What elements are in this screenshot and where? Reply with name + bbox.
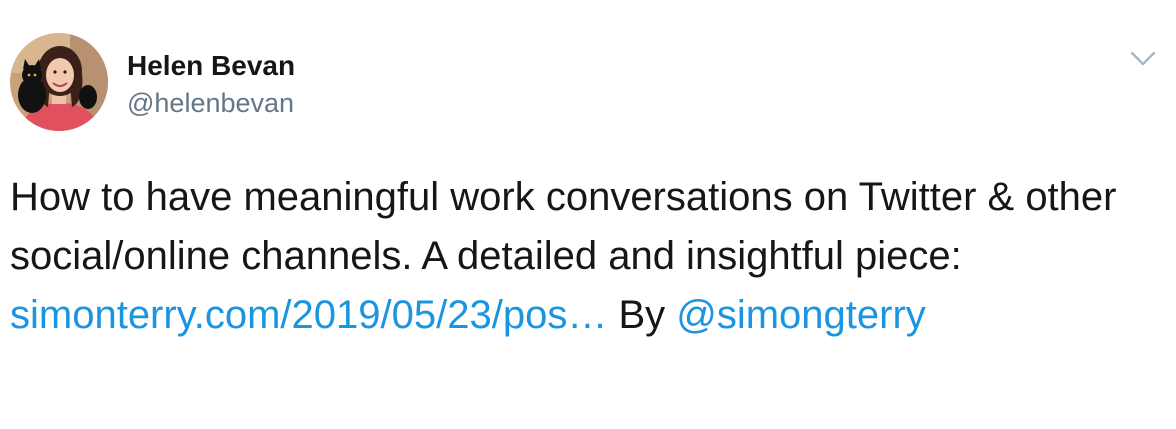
user-handle[interactable]: @helenbevan [127,88,294,119]
chevron-down-icon[interactable] [1128,46,1158,70]
tweet-text-body: How to have meaningful work conversation… [10,175,1117,278]
mention-link[interactable]: @simongterry [676,293,926,337]
profile-photo-icon [10,33,108,131]
tweet-text: How to have meaningful work conversation… [10,168,1170,345]
avatar[interactable] [10,33,108,131]
display-name[interactable]: Helen Bevan [127,50,295,82]
tweet-text-by: By [607,293,677,337]
tweet-link[interactable]: simonterry.com/2019/05/23/pos… [10,293,607,337]
